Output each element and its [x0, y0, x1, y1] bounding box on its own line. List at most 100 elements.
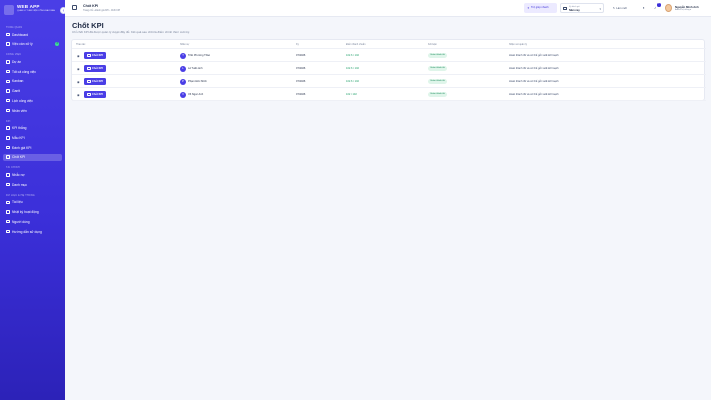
sidebar-item-label: Đánh giá KPI — [12, 145, 32, 150]
lock-icon — [87, 79, 91, 84]
folder-icon — [6, 60, 10, 64]
sidebar-item-label: Danh mục — [12, 182, 28, 187]
status-badge: Hoàn thành tốt — [428, 52, 448, 58]
app-subtitle: QUẢN LÝ TẤM VIỆN CÔNG BÁO BAN — [17, 10, 56, 12]
list-icon — [6, 182, 10, 187]
lock-icon — [87, 92, 91, 97]
sidebar-item-label: Mẫu KPI — [12, 135, 25, 140]
column-header: Điểm thành chuẩn — [346, 43, 366, 46]
sidebar-item-tasks[interactable]: Tất cả công việc — [3, 68, 62, 75]
close-kpi-button[interactable]: Chốt KPI — [84, 78, 106, 85]
sidebar-item-document[interactable]: Tài liệu — [3, 199, 62, 206]
manager-comment: Hoàn thành tốt và có thể gửi xuất kế hoạ… — [509, 79, 559, 83]
rating-icon — [6, 145, 10, 150]
status-badge: Hoàn thành tốt — [428, 78, 448, 84]
chevron-down-icon: ▾ — [599, 6, 601, 11]
reminder-icon — [6, 173, 10, 177]
close-kpi-button[interactable]: Chốt KPI — [84, 91, 106, 98]
sidebar-item-label: Việc cần xử lý — [12, 42, 33, 47]
kanban-icon — [6, 79, 10, 84]
sidebar-item-help-book[interactable]: Hướng dẫn sử dụng — [3, 228, 62, 235]
lock-icon — [6, 155, 10, 159]
app-logo-icon — [4, 5, 14, 15]
employee-avatar: T — [180, 52, 186, 59]
help-book-icon — [6, 229, 10, 234]
close-kpi-label: Chốt KPI — [92, 93, 103, 96]
sidebar-item-label: Nhắc nợ — [12, 173, 25, 178]
column-header: Nhân sự — [180, 43, 190, 46]
eye-icon[interactable]: ◉ — [77, 80, 80, 84]
sidebar-item-label: Nhân viên — [12, 108, 27, 113]
calendar-icon — [563, 6, 567, 11]
employee-name: Trần Phương Thảo — [188, 53, 211, 57]
employee-name: Phạm Đức Minh — [188, 79, 207, 83]
sidebar-item-label: Chốt KPI — [12, 155, 26, 160]
sidebar-item-user[interactable]: Người dùng — [3, 218, 62, 225]
page-title: Chốt KPI — [72, 21, 104, 30]
close-kpi-button[interactable]: Chốt KPI — [84, 52, 106, 59]
status-badge: Hoàn thành tốt — [428, 91, 448, 97]
eye-icon[interactable]: ◉ — [77, 67, 80, 71]
sidebar-item-reminder[interactable]: Nhắc nợ — [3, 171, 62, 178]
period-cell: 07/2026 — [296, 53, 306, 57]
sidebar-item-label: Tất cả công việc — [12, 69, 37, 74]
tasks-icon — [6, 69, 10, 74]
brand[interactable]: WEB APP QUẢN LÝ TẤM VIỆN CÔNG BÁO BAN — [4, 4, 62, 20]
period-select[interactable]: Kỳ đánh giá Năm nay ▾ — [560, 3, 604, 13]
manager-comment: Hoàn thành tốt và có thể gửi xuất kế hoạ… — [509, 53, 559, 57]
quick-help-button[interactable]: ✦ Trợ giúp nhanh — [524, 3, 557, 13]
period-cell: 07/2026 — [296, 66, 306, 70]
status-badge: Hoàn thành tốt — [428, 65, 448, 71]
employee-avatar: L — [180, 65, 186, 72]
table-row: ◉ Chốt KPI T Trần Phương Thảo 07/2026 102.6 /… — [72, 49, 706, 62]
eye-icon[interactable]: ◉ — [77, 54, 80, 58]
user-role: Admin hệ thống ▾ — [675, 8, 692, 11]
score-cell: 102.6 / 102 — [346, 66, 359, 70]
sidebar-item-checklist[interactable]: Việc cần xử lý 3 — [3, 41, 62, 48]
close-kpi-button[interactable]: Chốt KPI — [84, 65, 106, 72]
top-header: Chốt KPI Trang chủ › Đánh giá KPI › Chốt… — [65, 0, 711, 17]
sidebar-item-label: Người dùng — [12, 219, 30, 224]
sidebar-item-label: Tài liệu — [12, 200, 23, 205]
refresh-button[interactable]: ↻Làm mới — [613, 6, 627, 10]
employee-avatar: P — [180, 78, 186, 85]
manager-comment: Hoàn thành tốt và có thể gửi xuất kế hoạ… — [509, 66, 559, 70]
theme-toggle-icon[interactable]: ◐ — [641, 5, 647, 11]
refresh-icon: ↻ — [613, 6, 616, 10]
sidebar-item-target[interactable]: KPI thắng — [3, 125, 62, 132]
period-cell: 07/2026 — [296, 92, 306, 96]
sidebar-item-activity[interactable]: Nhật ký hoạt động — [3, 209, 62, 216]
sidebar-item-list[interactable]: Danh mục — [3, 181, 62, 188]
sidebar-section-title: CÔNG VIỆC — [6, 53, 22, 57]
sidebar-item-template[interactable]: Mẫu KPI — [3, 134, 62, 141]
sidebar-item-gantt[interactable]: Gantt — [3, 88, 62, 95]
lock-icon — [87, 66, 91, 71]
gantt-icon — [6, 89, 10, 93]
score-cell: 102.6 / 102 — [346, 53, 359, 57]
sidebar-item-label: Nhật ký hoạt động — [12, 210, 39, 215]
column-header: Kỳ — [296, 43, 299, 46]
avatar[interactable] — [665, 4, 672, 12]
column-header: Kết luận — [428, 43, 437, 46]
table-row: ◉ Chốt KPI L Lê Tuấn Anh 07/2026 102.6 / 102 H… — [72, 62, 706, 75]
user-icon — [6, 219, 10, 224]
column-header: Thao tác — [76, 43, 86, 46]
employee-name: Võ Ngọc Anh — [188, 92, 204, 96]
dashboard-icon — [6, 32, 10, 37]
calendar-icon — [6, 98, 10, 103]
sidebar-item-folder[interactable]: Dự án — [3, 58, 62, 65]
eye-icon[interactable]: ◉ — [77, 93, 80, 97]
menu-icon[interactable] — [72, 5, 77, 10]
sidebar-item-dashboard[interactable]: Dashboard — [3, 31, 62, 38]
sidebar-item-users[interactable]: Nhân viên — [3, 107, 62, 114]
sidebar-item-kanban[interactable]: Kanban — [3, 78, 62, 85]
sidebar-item-label: Hướng dẫn sử dụng — [12, 229, 42, 234]
sidebar-item-rating[interactable]: Đánh giá KPI — [3, 144, 62, 151]
sidebar-item-lock[interactable]: Chốt KPI — [3, 153, 62, 161]
employee-name: Lê Tuấn Anh — [188, 66, 203, 70]
sidebar-item-calendar[interactable]: Lịch công việc — [3, 97, 62, 104]
close-kpi-label: Chốt KPI — [92, 67, 103, 70]
app-name: WEB APP — [17, 4, 40, 9]
kpi-table: Thao tác Nhân sự Kỳ Điểm thành chuẩn Kết luậ… — [71, 39, 706, 101]
sidebar-item-label: Kanban — [12, 79, 24, 84]
